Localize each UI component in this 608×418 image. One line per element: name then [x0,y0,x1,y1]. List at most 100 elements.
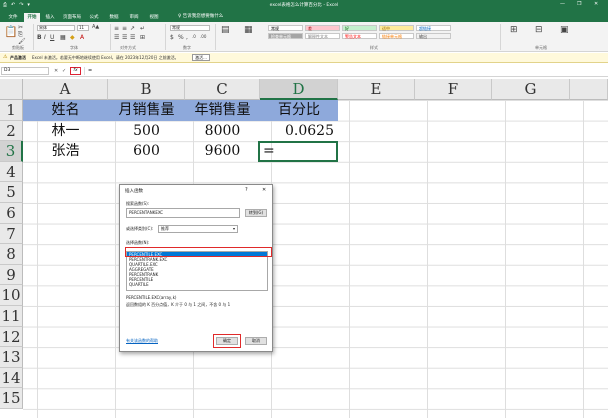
fill-color-icon[interactable]: ◆ [70,34,75,41]
cell-B3[interactable]: 600 [108,141,185,162]
underline-icon[interactable]: U [50,34,54,41]
font-name-select[interactable]: 宋体 [37,25,75,31]
activate-button[interactable]: 激活... [192,54,210,61]
conditional-formatting-icon[interactable]: ▤ [221,25,230,35]
row-header-3[interactable]: 3 [0,141,23,162]
cell-B2[interactable]: 500 [108,121,185,142]
cell-B1[interactable]: 月销售量 [108,100,185,121]
cell-A1[interactable]: 姓名 [23,100,108,121]
row-header-12[interactable]: 12 [0,326,23,348]
cell-D1[interactable]: 百分比 [260,100,338,121]
align-center-icon[interactable]: ☰ [122,34,127,41]
middle-align-icon[interactable]: ≡ [122,25,127,32]
function-list[interactable]: PERCENTILE.EXC PERCENTRANK.EXC QUARTILE.… [126,251,268,291]
category-select[interactable]: 推荐 ▾ [158,225,238,233]
format-as-table-icon[interactable]: ▦ [244,25,253,35]
column-header-d[interactable]: D [260,79,338,100]
cancel-entry-icon[interactable]: ✕ [54,67,58,75]
paste-icon[interactable]: 📋 [4,25,18,38]
row-header-10[interactable]: 10 [0,285,23,306]
enter-entry-icon[interactable]: ✓ [62,67,66,75]
list-item[interactable]: QUARTILE [127,282,267,287]
top-align-icon[interactable]: ≡ [114,25,119,32]
row-header-14[interactable]: 14 [0,367,23,389]
format-cells-icon[interactable]: ▣ [560,25,569,35]
dialog-close-icon[interactable]: ✕ [262,187,266,193]
tab-formulas[interactable]: 公式 [86,13,102,22]
wrap-text-icon[interactable]: ↵ [140,25,145,32]
cell-style-item[interactable]: 好 [342,25,377,31]
column-header-b[interactable]: B [108,79,185,100]
maximize-button[interactable]: ❐ [577,1,581,7]
cell-style-item[interactable]: 解释性文本 [305,33,340,39]
currency-icon[interactable]: $ [170,34,174,41]
row-header-6[interactable]: 6 [0,203,23,224]
column-header-c[interactable]: C [185,79,260,100]
align-left-icon[interactable]: ☰ [114,34,119,41]
row-header-1[interactable]: 1 [0,100,23,121]
font-color-icon[interactable]: A [80,34,84,41]
tab-file[interactable]: 文件 [4,13,22,22]
tab-page-layout[interactable]: 页面布局 [60,13,84,22]
orientation-icon[interactable]: ↗ [130,25,135,32]
cell-style-item[interactable]: 检查单元格 [268,33,303,39]
cell-style-item[interactable]: 差 [305,25,340,31]
search-function-input[interactable]: PERCENTANKEXC [126,208,240,218]
delete-cells-icon[interactable]: ⊟ [535,25,543,35]
tab-data[interactable]: 数据 [106,13,122,22]
go-button[interactable]: 转到(G) [245,209,267,217]
column-header-f[interactable]: F [415,79,492,100]
row-header-11[interactable]: 11 [0,306,23,327]
row-header-7[interactable]: 7 [0,223,23,245]
italic-icon[interactable]: I [44,34,46,41]
cell-style-item[interactable]: 链接单元格 [379,33,414,39]
cell-C1[interactable]: 年销售量 [185,100,260,121]
row-header-5[interactable]: 5 [0,182,23,203]
bold-icon[interactable]: B [37,34,42,41]
percent-icon[interactable]: % [178,34,184,41]
grow-font-icon[interactable]: A▲ [92,24,99,30]
row-header-15[interactable]: 15 [0,388,23,409]
tell-me-search[interactable]: ♀ 告诉我您想要做什么 [178,12,223,21]
cell-D2[interactable]: 0.0625 [260,121,338,142]
tab-review[interactable]: 审阅 [126,13,142,22]
decrease-decimal-icon[interactable]: .00 [200,34,206,39]
column-header-a[interactable]: A [23,79,108,100]
row-header-8[interactable]: 8 [0,244,23,265]
align-right-icon[interactable]: ☰ [130,34,135,41]
row-header-9[interactable]: 9 [0,264,23,286]
tab-insert[interactable]: 插入 [42,13,58,22]
insert-function-button[interactable]: fx [70,67,81,75]
cell-C2[interactable]: 8000 [185,121,260,142]
cancel-button[interactable]: 取消 [245,337,267,345]
font-size-select[interactable]: 11 [77,25,89,31]
help-icon[interactable]: ? [245,187,248,193]
cell-style-item[interactable]: 超链接 [416,25,451,31]
tab-view[interactable]: 视图 [146,13,162,22]
cell-style-item[interactable]: 适中 [379,25,414,31]
name-box[interactable]: D3 [1,67,49,75]
row-header-4[interactable]: 4 [0,161,23,183]
function-help-link[interactable]: 有关该函数的帮助 [126,338,158,344]
format-painter-icon[interactable]: 🖌 [18,38,26,45]
row-header-2[interactable]: 2 [0,120,23,142]
borders-icon[interactable]: ▦ [60,34,66,41]
column-header-e[interactable]: E [338,79,415,100]
comma-icon[interactable]: , [186,34,188,41]
number-format-select[interactable]: 常规 [170,25,210,31]
formula-input[interactable]: = [84,67,604,75]
select-all-corner[interactable] [0,79,23,100]
row-header-13[interactable]: 13 [0,347,23,368]
insert-cells-icon[interactable]: ⊞ [510,25,518,35]
cut-icon[interactable]: ✂ [18,24,23,31]
cell-style-item[interactable]: 常规 [268,25,303,31]
increase-decimal-icon[interactable]: .0 [192,34,196,39]
cell-style-item[interactable]: 输出 [416,33,451,39]
cell-A2[interactable]: 林一 [23,121,108,142]
cell-A3[interactable]: 张浩 [23,141,108,162]
merge-center-icon[interactable]: ⊞ [140,34,145,41]
cell-style-item[interactable]: 警告文本 [342,33,377,39]
column-header-g[interactable]: G [492,79,570,100]
minimize-button[interactable]: — [560,1,565,7]
cell-C3[interactable]: 9600 [185,141,260,162]
